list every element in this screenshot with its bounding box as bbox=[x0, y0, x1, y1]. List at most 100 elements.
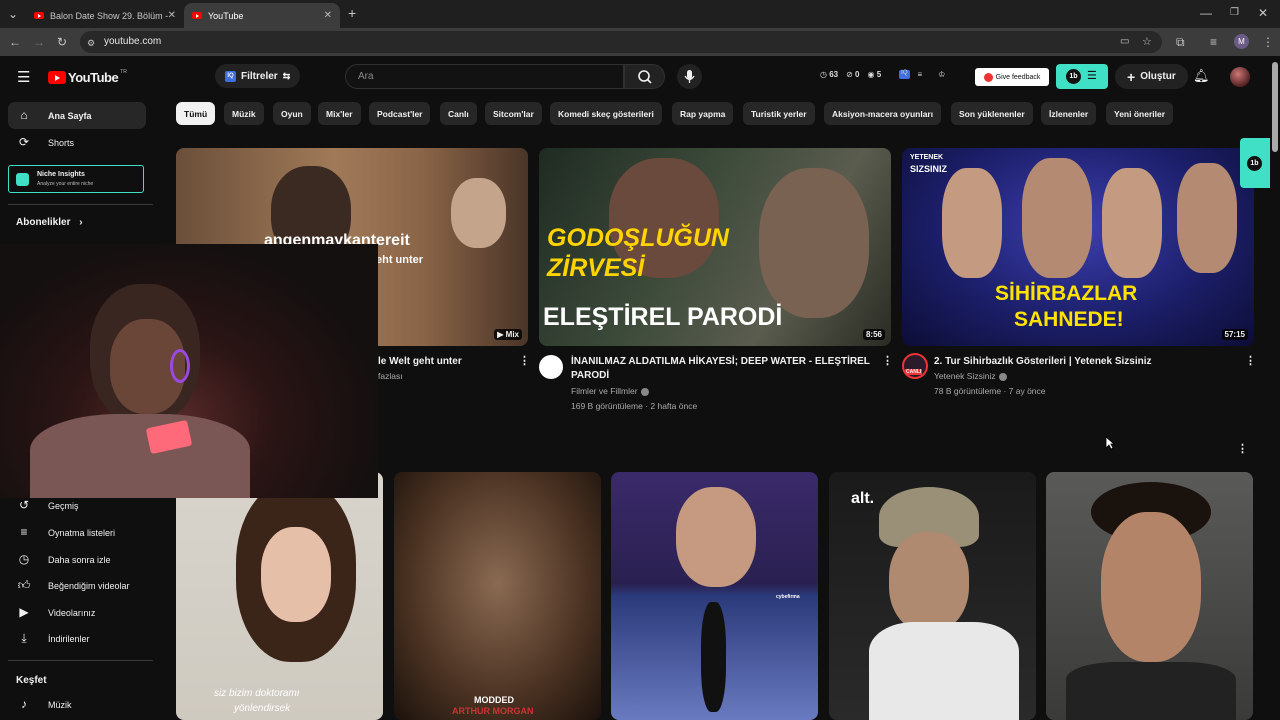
tab-youtube[interactable]: YouTube ✕ bbox=[184, 3, 340, 28]
sidebar-item-watch-later[interactable]: ◷ Daha sonra izle bbox=[8, 546, 146, 573]
sidebar-item-label: Oynatma listeleri bbox=[48, 527, 116, 538]
profile-avatar[interactable]: M bbox=[1234, 34, 1249, 49]
maximize-icon[interactable]: ❐ bbox=[1230, 5, 1239, 21]
new-tab-icon[interactable]: + bbox=[348, 5, 356, 21]
channel-avatar[interactable] bbox=[539, 355, 563, 379]
reload-icon[interactable]: ↻ bbox=[57, 34, 67, 50]
chip-tourist-places[interactable]: Turistik yerler bbox=[743, 102, 815, 125]
short-thumbnail[interactable] bbox=[1046, 472, 1253, 720]
chip-new-to-you[interactable]: Yeni öneriler bbox=[1106, 102, 1174, 125]
short-thumbnail[interactable]: alt. bbox=[829, 472, 1036, 720]
user-avatar[interactable] bbox=[1230, 67, 1250, 87]
chip-music[interactable]: Müzik bbox=[224, 102, 264, 125]
more-options-icon[interactable]: ⋮ bbox=[1245, 356, 1256, 367]
create-button[interactable]: + Oluştur bbox=[1115, 64, 1188, 89]
person-silhouette bbox=[1177, 163, 1237, 273]
search-button[interactable] bbox=[624, 64, 665, 89]
notifications-bell-icon[interactable]: 🔔︎ bbox=[1193, 68, 1210, 84]
chip-watched[interactable]: İzlenenler bbox=[1041, 102, 1097, 125]
close-icon[interactable]: ✕ bbox=[324, 10, 332, 21]
tab-search-icon[interactable]: ⌄ bbox=[8, 6, 18, 22]
sidebar-item-label: Daha sonra izle bbox=[48, 554, 111, 565]
minimize-icon[interactable]: — bbox=[1200, 5, 1212, 21]
short-thumbnail[interactable]: siz bizim doktoramı yönlendirsek bbox=[176, 472, 383, 720]
chip-gaming[interactable]: Oyun bbox=[273, 102, 311, 125]
sidebar-item-downloads[interactable]: ⤓ İndirilenler bbox=[8, 625, 146, 652]
divider bbox=[8, 660, 153, 661]
url-text: youtube.com bbox=[104, 36, 162, 47]
video-thumbnail[interactable]: YETENEK SIZSINIZ SİHİRBAZLAR SAHNEDE! 57… bbox=[902, 148, 1254, 346]
video-thumbnail[interactable]: GODOŞLUĞUN ZİRVESİ ELEŞTİREL PARODİ 8:56 bbox=[539, 148, 891, 346]
tab-title: Balon Date Show 29. Bölüm - V bbox=[50, 10, 168, 21]
webcam-overlay bbox=[0, 244, 378, 498]
niche-extension-button[interactable]: 1b ☰ bbox=[1056, 64, 1108, 89]
more-options-icon[interactable]: ⋮ bbox=[882, 356, 893, 367]
tab-balon-date[interactable]: Balon Date Show 29. Bölüm - V ✕ bbox=[26, 3, 184, 28]
chip-live[interactable]: Canlı bbox=[440, 102, 477, 125]
video-title[interactable]: le Welt geht unter bbox=[378, 355, 462, 369]
cast-icon[interactable]: ▭ bbox=[1120, 34, 1129, 50]
channel-name[interactable]: Filmler ve Fillmler bbox=[571, 384, 649, 399]
trophy-icon[interactable]: ♔ bbox=[938, 70, 945, 79]
more-options-icon[interactable]: ⋮ bbox=[519, 356, 530, 367]
forward-icon[interactable]: → bbox=[33, 34, 45, 50]
person-silhouette bbox=[942, 168, 1002, 278]
short-thumbnail[interactable]: cybefirma bbox=[611, 472, 818, 720]
chevron-right-icon: › bbox=[79, 217, 83, 228]
video-title[interactable]: 2. Tur Sihirbazlık Gösterileri | Yetenek… bbox=[934, 355, 1152, 369]
sidebar-item-your-videos[interactable]: ▶ Videolarınız bbox=[8, 599, 146, 626]
sidebar-item-label: Shorts bbox=[48, 137, 75, 148]
shorts-more-options-icon[interactable]: ⋮ bbox=[1237, 444, 1248, 455]
chip-mixes[interactable]: Mix'ler bbox=[318, 102, 361, 125]
video-meta: fazlası bbox=[378, 371, 403, 381]
channel-name[interactable]: Yetenek Sizsiniz bbox=[934, 369, 1007, 384]
shorts-icon: ⟳ bbox=[18, 135, 30, 149]
address-bar[interactable]: ⚙ youtube.com ▭ ☆ bbox=[80, 31, 1162, 53]
chip-action-adventure[interactable]: Aksiyon-macera oyunları bbox=[824, 102, 942, 125]
short-caption: ARTHUR MORGAN bbox=[452, 706, 534, 716]
niche-insights-icon bbox=[16, 173, 29, 186]
browser-toolbar: ← → ↻ ⚙ youtube.com ▭ ☆ ⧉ ≡ M ⋮ bbox=[0, 28, 1280, 56]
sidebar-item-home[interactable]: ⌂ Ana Sayfa bbox=[8, 102, 146, 129]
site-info-icon[interactable]: ⚙ bbox=[87, 35, 95, 51]
chip-recently-uploaded[interactable]: Son yüklenenler bbox=[951, 102, 1033, 125]
hamburger-menu-icon[interactable]: ☰ bbox=[17, 68, 30, 86]
person-silhouette bbox=[676, 487, 756, 587]
bookmark-star-icon[interactable]: ☆ bbox=[1142, 34, 1152, 50]
sidebar-item-shorts[interactable]: ⟳ Shorts bbox=[8, 129, 146, 156]
chip-rap[interactable]: Rap yapma bbox=[672, 102, 734, 125]
menu-icon: ☰ bbox=[1087, 70, 1097, 82]
voice-search-button[interactable] bbox=[677, 64, 702, 89]
chip-all[interactable]: Tümü bbox=[176, 102, 216, 125]
short-thumbnail[interactable]: MODDED ARTHUR MORGAN bbox=[394, 472, 601, 720]
niche-extension-side-tab[interactable]: 1b bbox=[1240, 138, 1270, 188]
browser-menu-icon[interactable]: ⋮ bbox=[1262, 34, 1274, 50]
youtube-logo[interactable]: YouTube TR bbox=[48, 69, 127, 85]
search-input[interactable]: Ara bbox=[345, 64, 624, 89]
channel-avatar[interactable]: CANLI bbox=[902, 353, 928, 379]
subscriptions-heading[interactable]: Abonelikler › bbox=[16, 217, 83, 228]
playlist-icon: ≡ bbox=[20, 525, 28, 539]
close-icon[interactable]: ✕ bbox=[168, 10, 176, 21]
page-scrollbar[interactable] bbox=[1272, 62, 1278, 152]
give-feedback-button[interactable]: Give feedback bbox=[975, 68, 1049, 86]
niche-insights-card[interactable]: Niche Insights Analyze your entire niche bbox=[8, 165, 144, 193]
filters-button[interactable]: IQ Filtreler ⇆ bbox=[215, 64, 301, 88]
sidebar-item-music[interactable]: ♪ Müzik bbox=[8, 691, 146, 718]
extensions-icon[interactable]: ⧉ bbox=[1176, 34, 1185, 50]
video-title[interactable]: İNANILMAZ ALDATILMA HİKAYESİ; DEEP WATER… bbox=[571, 355, 871, 383]
list-icon[interactable]: ≡ bbox=[918, 70, 923, 79]
chip-comedy-sketches[interactable]: Komedi skeç gösterileri bbox=[550, 102, 662, 125]
iq-extension-icon[interactable]: IQ bbox=[899, 70, 910, 79]
youtube-favicon-icon bbox=[34, 12, 44, 19]
back-icon[interactable]: ← bbox=[9, 34, 21, 50]
media-control-icon[interactable]: ≡ bbox=[1210, 34, 1217, 50]
logo-text: YouTube bbox=[68, 70, 119, 85]
sidebar-item-playlists[interactable]: ≡ Oynatma listeleri bbox=[8, 519, 146, 546]
sidebar-item-liked[interactable]: 👍︎ Beğendiğim videolar bbox=[8, 572, 146, 599]
window-close-icon[interactable]: ✕ bbox=[1258, 5, 1268, 21]
chip-podcasts[interactable]: Podcast'ler bbox=[369, 102, 431, 125]
chip-sitcoms[interactable]: Sitcom'lar bbox=[485, 102, 542, 125]
headset-icon bbox=[170, 349, 190, 383]
person-silhouette bbox=[1101, 512, 1201, 662]
